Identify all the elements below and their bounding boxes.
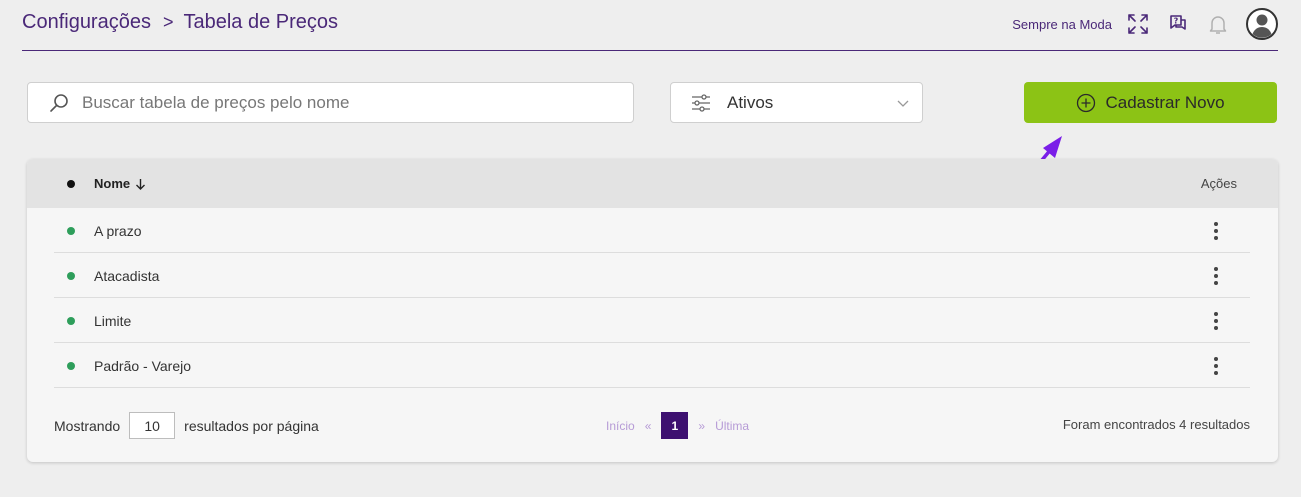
row-actions-kebab-icon[interactable] [1210, 355, 1222, 377]
breadcrumb-item-current: Tabela de Preços [183, 11, 339, 33]
search-input[interactable] [82, 92, 582, 113]
name-column-header[interactable]: Nome [94, 176, 146, 191]
table-header: Nome Ações [27, 159, 1278, 208]
table-row[interactable]: Atacadista [54, 253, 1250, 298]
active-status-dot [67, 362, 75, 370]
showing-label: Mostrando [54, 417, 121, 434]
row-name: Padrão - Varejo [94, 358, 192, 374]
active-status-dot [67, 227, 75, 235]
actions-column-header: Ações [1200, 176, 1237, 191]
header-actions: Sempre na Moda ? [1012, 8, 1278, 40]
active-status-dot [67, 317, 75, 325]
svg-text:?: ? [1174, 17, 1179, 26]
chevron-down-icon [896, 96, 910, 110]
top-header: Configurações > Tabela de Preços Sempre … [22, 0, 1278, 51]
table-row[interactable]: Limite [54, 298, 1250, 343]
store-name[interactable]: Sempre na Moda [1012, 17, 1112, 32]
user-avatar-icon[interactable] [1246, 8, 1278, 40]
status-filter-value: Ativos [727, 92, 774, 112]
row-name: Atacadista [94, 268, 160, 284]
pager-prev-link[interactable]: « [645, 419, 652, 433]
table-row[interactable]: Padrão - Varejo [54, 343, 1250, 388]
search-icon [48, 92, 70, 114]
row-actions-kebab-icon[interactable] [1210, 220, 1222, 242]
filter-sliders-icon [691, 93, 711, 113]
sort-arrow-down-icon [136, 178, 146, 190]
results-count: Foram encontrados 4 resultados [1062, 417, 1250, 432]
bell-icon[interactable] [1206, 12, 1230, 36]
search-box[interactable] [27, 82, 634, 123]
row-actions-kebab-icon[interactable] [1210, 265, 1222, 287]
active-status-dot [67, 272, 75, 280]
status-filter-select[interactable]: Ativos [670, 82, 923, 123]
per-page-control: Mostrando resultados por página [54, 412, 319, 439]
breadcrumb-separator: > [162, 12, 174, 32]
price-table-card: Nome Ações A prazo Atacadista Limite Pad… [27, 159, 1278, 462]
plus-circle-icon [1076, 93, 1096, 113]
breadcrumb-item-configuracoes[interactable]: Configurações [22, 11, 151, 34]
cadastrar-novo-label: Cadastrar Novo [1105, 92, 1225, 112]
expand-icon[interactable] [1126, 12, 1150, 36]
pager-current-page[interactable]: 1 [661, 412, 689, 439]
per-page-label: resultados por página [184, 417, 319, 434]
help-chat-icon[interactable]: ? [1166, 12, 1190, 36]
row-name: A prazo [94, 223, 142, 239]
per-page-input[interactable] [129, 412, 176, 439]
row-name: Limite [94, 313, 132, 329]
pager-last-link[interactable]: Última [715, 419, 749, 433]
name-column-label: Nome [94, 176, 131, 191]
table-row[interactable]: A prazo [54, 208, 1250, 253]
status-column-dot [67, 180, 75, 188]
pager-next-link[interactable]: » [698, 419, 705, 433]
breadcrumb: Configurações > Tabela de Preços [22, 11, 338, 34]
cadastrar-novo-button[interactable]: Cadastrar Novo [1024, 82, 1277, 123]
row-actions-kebab-icon[interactable] [1210, 310, 1222, 332]
pagination: Início « 1 » Última [606, 412, 749, 439]
pager-first-link[interactable]: Início [606, 419, 635, 433]
